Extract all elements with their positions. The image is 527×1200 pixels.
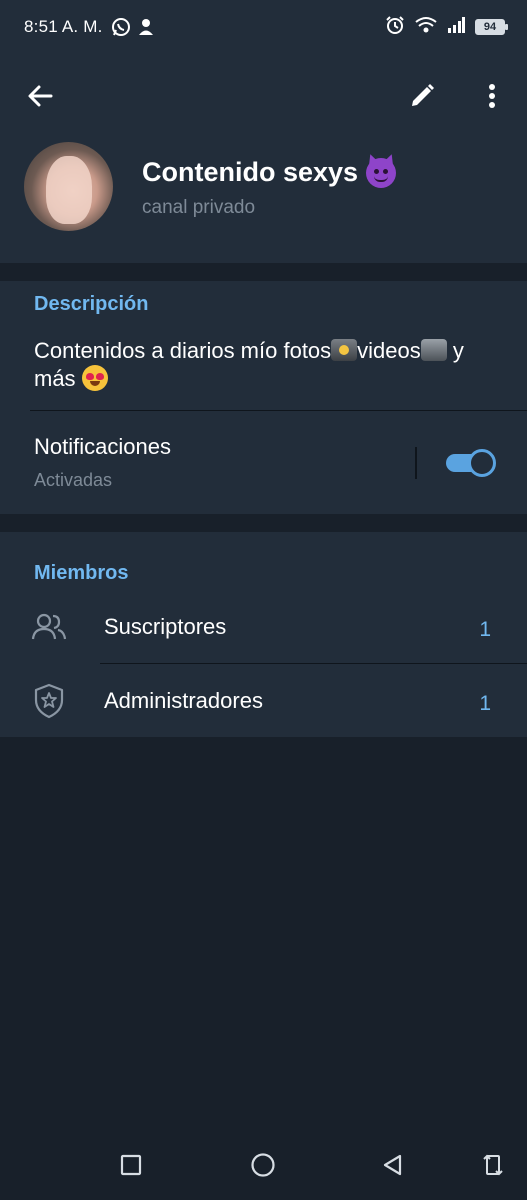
- members-title: Miembros: [34, 562, 129, 584]
- wifi-icon: [415, 16, 437, 39]
- description-title: Descripción: [34, 293, 149, 315]
- notifications-status: Activadas: [34, 470, 113, 490]
- back-button[interactable]: [22, 78, 58, 114]
- pencil-icon: [412, 84, 434, 106]
- channel-header: Contenido sexys canal privado: [0, 54, 527, 263]
- channel-title-text: Contenido sexys: [142, 157, 359, 187]
- circle-icon: [251, 1153, 275, 1177]
- whatsapp-icon: [111, 17, 131, 37]
- heart-eyes-emoji: [81, 365, 108, 391]
- status-bar: 8:51 A. M. 94: [0, 0, 527, 54]
- notifications-label[interactable]: Notificaciones: [34, 434, 171, 460]
- status-time: 8:51 A. M.: [24, 17, 103, 36]
- battery-icon: 94: [475, 19, 508, 35]
- members-section: Miembros Suscriptores 1 Administradores …: [0, 532, 527, 737]
- smiling-devil-emoji: [366, 157, 397, 188]
- people-icon: [30, 608, 68, 646]
- vertical-divider: [415, 447, 417, 479]
- channel-type: canal privado: [142, 197, 256, 218]
- description-part-2: videos: [357, 338, 421, 363]
- administrators-row[interactable]: Administradores 1: [0, 664, 527, 738]
- notifications-toggle[interactable]: [446, 449, 496, 477]
- description-part-1: Contenidos a diarios mío fotos: [34, 338, 332, 363]
- channel-title: Contenido sexys: [142, 157, 397, 188]
- home-button[interactable]: [246, 1148, 280, 1182]
- divider: [30, 410, 527, 411]
- arrow-left-icon: [28, 85, 53, 107]
- info-section: Descripción Contenidos a diarios mío fot…: [0, 281, 527, 514]
- signal-icon: [447, 16, 465, 38]
- toggle-knob: [468, 449, 496, 477]
- triangle-back-icon: [383, 1154, 402, 1176]
- subscribers-row[interactable]: Suscriptores 1: [0, 590, 527, 664]
- administrators-label: Administradores: [104, 688, 263, 713]
- shield-star-icon: [30, 682, 68, 720]
- person-add-icon: [137, 18, 155, 36]
- edit-button[interactable]: [404, 78, 440, 114]
- rotate-screen-icon: [483, 1154, 503, 1176]
- rotate-button[interactable]: [476, 1148, 510, 1182]
- administrators-count: 1: [479, 692, 491, 715]
- alarm-icon: [385, 15, 405, 40]
- back-nav-button[interactable]: [376, 1148, 410, 1182]
- system-nav-bar: [0, 1128, 527, 1200]
- recents-button[interactable]: [114, 1148, 148, 1182]
- film-projector-emoji: [420, 339, 447, 361]
- more-vertical-icon: [489, 84, 495, 108]
- camera-flash-emoji: [331, 339, 358, 361]
- more-options-button[interactable]: [474, 78, 510, 114]
- description-text: Contenidos a diarios mío fotos videos y m…: [34, 337, 494, 393]
- subscribers-label: Suscriptores: [104, 614, 227, 639]
- subscribers-count: 1: [479, 618, 491, 641]
- channel-avatar[interactable]: [24, 142, 113, 231]
- square-icon: [120, 1154, 142, 1176]
